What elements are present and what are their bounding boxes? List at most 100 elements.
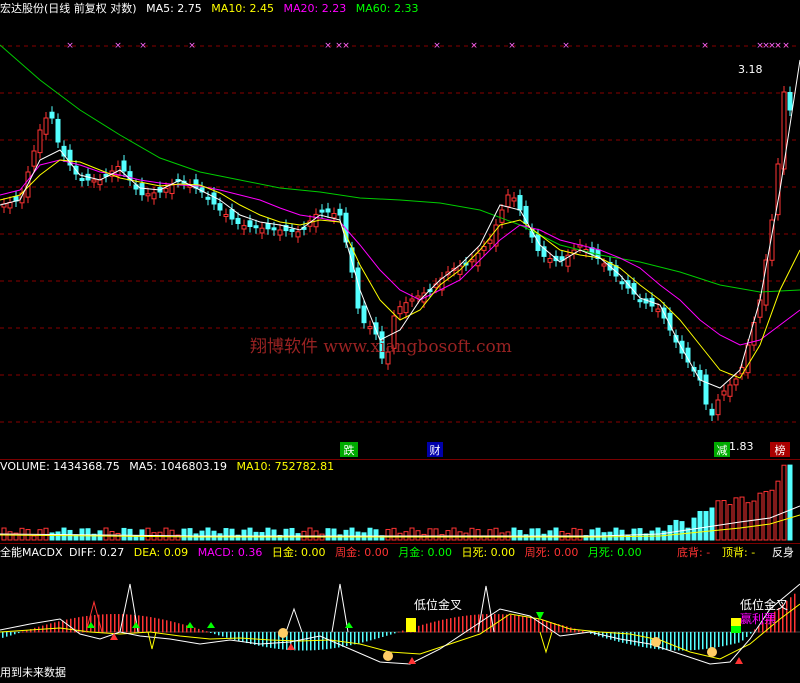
candle-body [79, 178, 85, 182]
volume-bar [715, 500, 721, 541]
candle-body [655, 308, 661, 313]
volume-bar [697, 510, 703, 541]
macd-bar [14, 632, 16, 635]
candle-body [715, 399, 721, 416]
moneybag-icon [707, 647, 717, 657]
volume-bar [721, 500, 727, 541]
volume-bar [769, 489, 775, 541]
volume-bar [433, 528, 439, 541]
candle-body [757, 299, 763, 318]
macd-bar [162, 619, 164, 633]
volume-bar [145, 527, 151, 541]
macd-bar [738, 632, 740, 643]
volume-bar [385, 528, 391, 541]
candle-body [259, 227, 265, 234]
candle-body [721, 390, 727, 396]
macd-bar [542, 620, 544, 633]
volume-bar [103, 527, 109, 541]
marker-bang[interactable]: 榜 [770, 442, 790, 457]
macd-bar [498, 614, 500, 633]
volume-bar [673, 519, 679, 541]
candle-body [145, 193, 151, 197]
macd-bar [454, 617, 456, 633]
candle-body [331, 213, 337, 219]
volume-bar [427, 528, 433, 541]
macd-bar [210, 632, 212, 633]
macd-bar [222, 632, 224, 637]
candle-body [265, 223, 271, 230]
macd-bar [518, 615, 520, 633]
volume-bar [121, 527, 127, 541]
macd-bar [206, 631, 208, 633]
moneybag-icon [278, 628, 288, 638]
macd-bar [394, 632, 396, 634]
volume-bar [325, 528, 331, 541]
macd-bar [790, 597, 792, 633]
marker-jian[interactable]: 减 [714, 442, 730, 457]
macd-bar [246, 632, 248, 644]
volume-bar [391, 527, 397, 541]
macd-bar [742, 632, 744, 641]
macd-bar [422, 624, 424, 633]
volume-bar [757, 492, 763, 541]
candle-body [247, 220, 253, 228]
macd-bar [726, 632, 728, 646]
macd-bar [474, 614, 476, 633]
macd-bar [650, 632, 652, 649]
macd-bar [66, 619, 68, 633]
macd-bar [202, 630, 204, 633]
volume-bar [733, 497, 739, 541]
candle-body [223, 214, 229, 217]
macd-bar [194, 627, 196, 633]
volume-bar [709, 507, 715, 541]
macd-bar [466, 615, 468, 633]
volume-bar [367, 527, 373, 541]
candle-body [253, 225, 259, 229]
volume-panel[interactable]: VOLUME: 1434368.75 MA5: 1046803.19 MA10:… [0, 460, 800, 543]
macd-bar [102, 614, 104, 633]
x-marker: × [433, 41, 441, 51]
price-panel[interactable]: 宏达股份(日线 前复权 对数) MA5: 2.75 MA10: 2.45 MA2… [0, 0, 800, 459]
candle-body [235, 217, 241, 225]
candle-body [295, 231, 301, 238]
macd-bar [646, 632, 648, 648]
macd-bar [362, 632, 364, 643]
macd-bar [794, 593, 796, 633]
volume-bar [223, 528, 229, 541]
macd-spike-3 [331, 583, 349, 633]
volume-chart[interactable] [0, 460, 800, 543]
macd-bar [506, 614, 508, 633]
x-marker: × [342, 41, 350, 51]
macd-panel[interactable]: 全能MACDX DIFF: 0.27 DEA: 0.09 MACD: 0.36 … [0, 544, 800, 683]
x-marker: × [188, 41, 196, 51]
macd-bar [522, 616, 524, 633]
price-chart[interactable]: × × × × × × × × × × × × ×××× × [0, 0, 800, 459]
candle-body [325, 208, 331, 213]
candle-body [139, 183, 145, 196]
macd-bar [158, 618, 160, 633]
volume-bar [475, 529, 481, 541]
x-marker: × [470, 41, 478, 51]
volume-bar [289, 527, 295, 541]
macd-bar [694, 632, 696, 650]
macd-bar [2, 632, 4, 638]
macd-bar [314, 632, 316, 651]
volume-bar [781, 464, 787, 541]
volume-bar [649, 530, 655, 541]
macd-histogram [2, 593, 796, 651]
candle-body [535, 234, 541, 251]
macd-bar [386, 632, 388, 636]
candle-body [733, 378, 739, 386]
volume-bar [763, 490, 769, 541]
marker-die[interactable]: 跌 [340, 442, 358, 457]
volume-bar [181, 528, 187, 541]
macd-chart[interactable] [0, 544, 800, 683]
macd-bar [154, 617, 156, 633]
macd-bar [22, 631, 24, 633]
candle-body [217, 203, 223, 211]
volume-bar [415, 530, 421, 541]
price-low-label: 1.83 [729, 440, 754, 453]
marker-cai[interactable]: 财 [427, 442, 443, 457]
macd-bar [510, 614, 512, 633]
volume-bar [703, 511, 709, 541]
